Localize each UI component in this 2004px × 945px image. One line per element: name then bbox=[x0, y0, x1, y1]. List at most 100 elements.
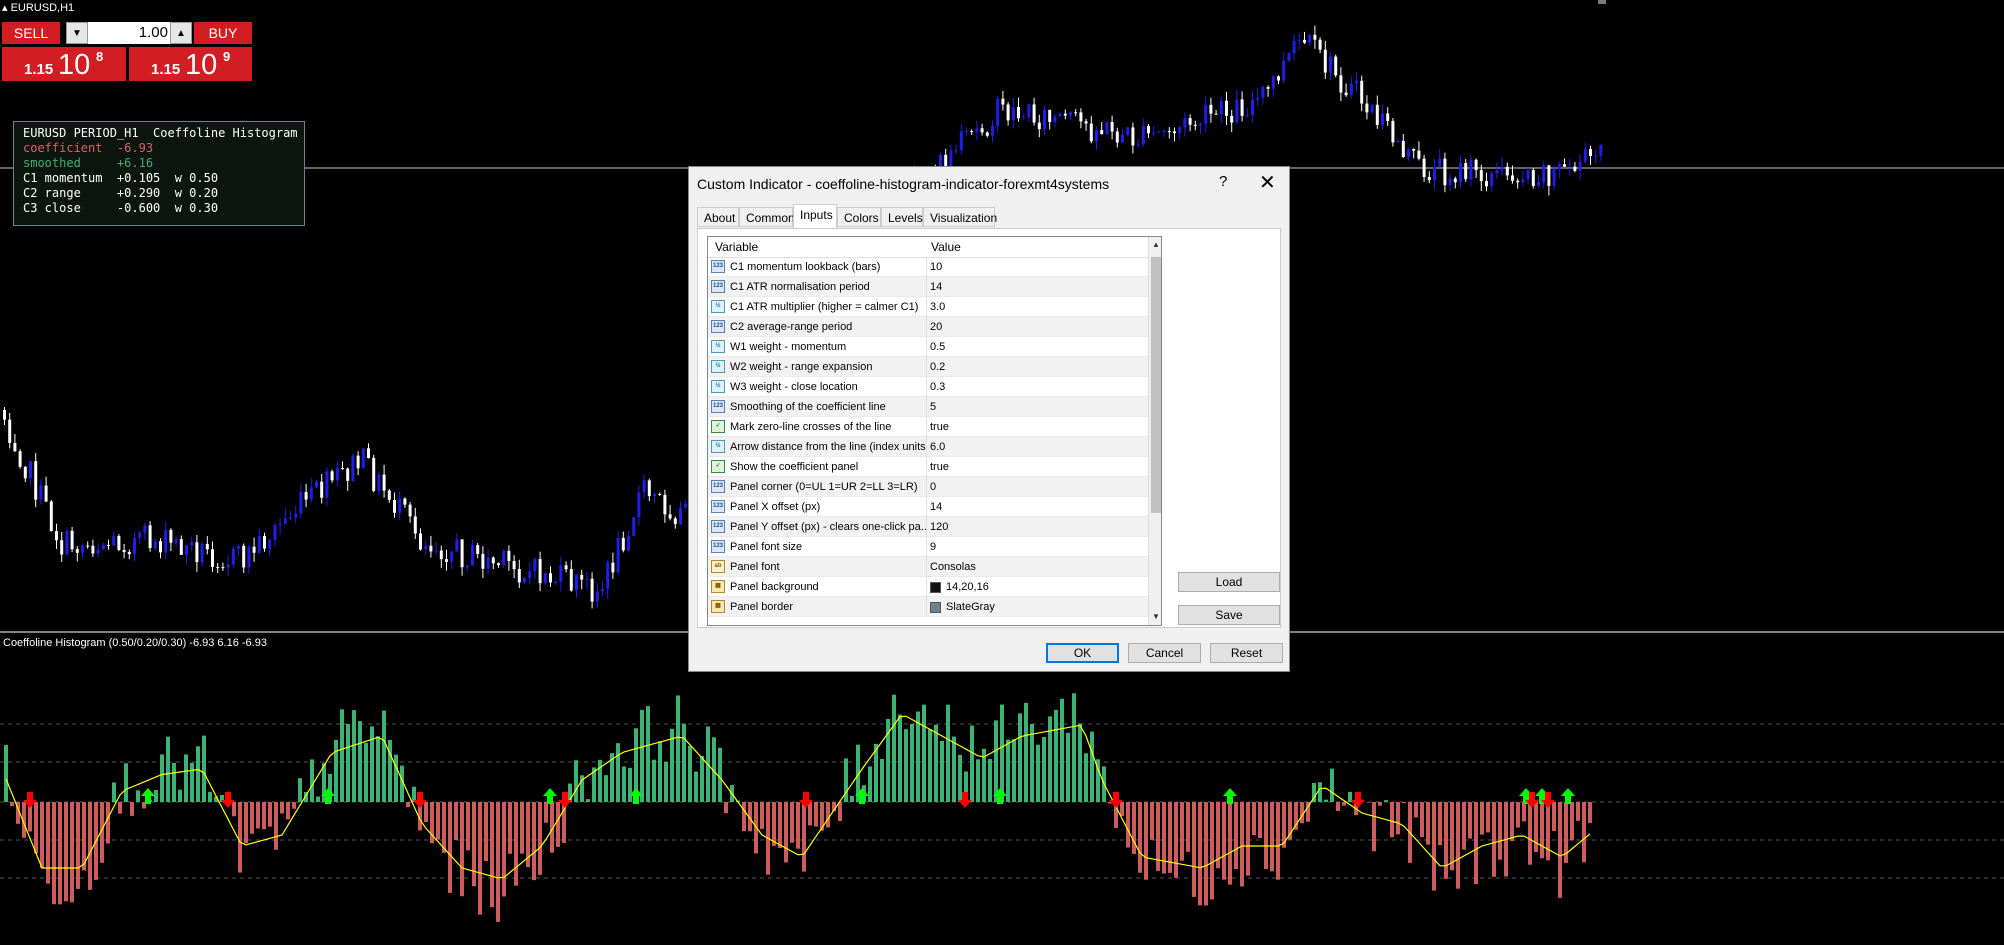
tab-inputs[interactable]: Inputs bbox=[793, 204, 837, 228]
candle-body bbox=[1225, 100, 1228, 116]
column-divider bbox=[926, 277, 927, 297]
input-value[interactable]: Consolas bbox=[930, 561, 976, 573]
input-variable: Panel Y offset (px) - clears one-click p… bbox=[730, 521, 926, 533]
cancel-button[interactable]: Cancel bbox=[1128, 643, 1201, 663]
input-value[interactable]: SlateGray bbox=[946, 601, 995, 613]
indicator-subwindow[interactable] bbox=[0, 634, 2004, 945]
input-value[interactable]: 14,20,16 bbox=[946, 581, 989, 593]
input-value[interactable]: true bbox=[930, 461, 949, 473]
input-value[interactable]: 0 bbox=[930, 481, 936, 493]
candle-body bbox=[133, 537, 136, 555]
input-value[interactable]: 9 bbox=[930, 541, 936, 553]
input-value[interactable]: 20 bbox=[930, 321, 942, 333]
candle-body bbox=[1323, 49, 1327, 73]
histogram-bar-negative bbox=[802, 802, 806, 872]
input-row[interactable]: ½ Arrow distance from the line (index uni… bbox=[708, 437, 1148, 457]
candle-body bbox=[1240, 99, 1244, 116]
collapse-triangle-icon[interactable]: ▴ bbox=[2, 2, 11, 14]
candle-body bbox=[335, 467, 339, 481]
input-row[interactable]: ½ C1 ATR multiplier (higher = calmer C1) 3… bbox=[708, 297, 1148, 317]
save-button[interactable]: Save bbox=[1178, 605, 1280, 625]
histogram-bar-positive bbox=[196, 746, 200, 802]
candle-body bbox=[1095, 130, 1098, 142]
col-value-header[interactable]: Value bbox=[931, 240, 961, 254]
ok-button[interactable]: OK bbox=[1046, 643, 1119, 663]
lot-decrease-icon[interactable]: ▼ bbox=[66, 22, 88, 44]
input-value[interactable]: 6.0 bbox=[930, 441, 945, 453]
candle-body bbox=[81, 545, 84, 553]
grid-header: Variable Value bbox=[708, 237, 1148, 258]
input-row[interactable]: ✓ Mark zero-line crosses of the line true bbox=[708, 417, 1148, 437]
input-row[interactable]: ½ W2 weight - range expansion 0.2 bbox=[708, 357, 1148, 377]
bool-type-icon: ✓ bbox=[711, 420, 725, 433]
scroll-thumb[interactable] bbox=[1151, 257, 1161, 513]
sell-button[interactable]: SELL bbox=[2, 22, 60, 44]
input-row[interactable]: 123 Panel Y offset (px) - clears one-clic… bbox=[708, 517, 1148, 537]
input-row[interactable]: ½ W1 weight - momentum 0.5 bbox=[708, 337, 1148, 357]
input-row[interactable]: ✓ Show the coefficient panel true bbox=[708, 457, 1148, 477]
candle-body bbox=[195, 542, 199, 563]
input-row[interactable]: 123 Panel X offset (px) 14 bbox=[708, 497, 1148, 517]
histogram-bar-negative bbox=[826, 802, 830, 828]
candle-body bbox=[70, 530, 74, 550]
int-type-icon: 123 bbox=[711, 400, 725, 413]
input-row[interactable]: 123 C2 average-range period 20 bbox=[708, 317, 1148, 337]
input-value[interactable]: 5 bbox=[930, 401, 936, 413]
candle-body bbox=[1251, 99, 1254, 116]
sell-price[interactable]: 1.15 10 8 bbox=[2, 47, 126, 81]
buy-button[interactable]: BUY bbox=[194, 22, 252, 44]
input-value[interactable]: true bbox=[930, 421, 949, 433]
load-button[interactable]: Load bbox=[1178, 572, 1280, 592]
input-row[interactable]: 123 Smoothing of the coefficient line 5 bbox=[708, 397, 1148, 417]
input-value[interactable]: 10 bbox=[930, 261, 942, 273]
help-icon[interactable]: ? bbox=[1219, 173, 1227, 190]
tab-levels[interactable]: Levels bbox=[881, 207, 923, 227]
reset-button[interactable]: Reset bbox=[1210, 643, 1283, 663]
close-icon[interactable]: ✕ bbox=[1259, 170, 1276, 195]
input-row[interactable]: ½ W3 weight - close location 0.3 bbox=[708, 377, 1148, 397]
input-value[interactable]: 14 bbox=[930, 501, 942, 513]
histogram-bar-positive bbox=[316, 796, 320, 802]
scroll-up-icon[interactable]: ▲ bbox=[1149, 237, 1161, 253]
candle-body bbox=[658, 493, 662, 495]
candle-body bbox=[226, 564, 230, 568]
candle-body bbox=[975, 128, 979, 132]
input-row[interactable]: 123 Panel font size 9 bbox=[708, 537, 1148, 557]
candle-body bbox=[445, 559, 448, 563]
col-type-icon: ▦ bbox=[711, 580, 725, 593]
histogram-bar-negative bbox=[1222, 802, 1226, 880]
input-row[interactable]: ▦ Panel border SlateGray bbox=[708, 597, 1148, 617]
histogram-bar-negative bbox=[544, 802, 548, 823]
input-value[interactable]: 0.3 bbox=[930, 381, 945, 393]
input-row[interactable]: ▦ Panel background 14,20,16 bbox=[708, 577, 1148, 597]
buy-price[interactable]: 1.15 10 9 bbox=[129, 47, 252, 81]
scroll-down-icon[interactable]: ▼ bbox=[1149, 609, 1161, 625]
col-variable-header[interactable]: Variable bbox=[715, 240, 758, 254]
histogram-bar-positive bbox=[364, 742, 368, 802]
grid-scrollbar[interactable]: ▲ ▼ bbox=[1148, 237, 1161, 625]
color-swatch bbox=[930, 602, 941, 613]
input-value[interactable]: 3.0 bbox=[930, 301, 945, 313]
lot-size-field[interactable]: ▼ 1.00 ▲ bbox=[66, 22, 192, 44]
input-row[interactable]: 123 Panel corner (0=UL 1=UR 2=LL 3=LR) 0 bbox=[708, 477, 1148, 497]
input-variable: C1 ATR normalisation period bbox=[730, 281, 870, 293]
candle-body bbox=[283, 518, 287, 524]
input-value[interactable]: 0.5 bbox=[930, 341, 945, 353]
input-value[interactable]: 0.2 bbox=[930, 361, 945, 373]
candle-body bbox=[174, 539, 178, 543]
column-divider bbox=[926, 417, 927, 437]
input-value[interactable]: 14 bbox=[930, 281, 942, 293]
input-variable: Smoothing of the coefficient line bbox=[730, 401, 886, 413]
tab-common[interactable]: Common bbox=[739, 207, 795, 227]
input-value[interactable]: 120 bbox=[930, 521, 948, 533]
input-row[interactable]: 123 C1 ATR normalisation period 14 bbox=[708, 277, 1148, 297]
chart-shift-marker[interactable] bbox=[1598, 0, 1606, 4]
input-row[interactable]: ab Panel font Consolas bbox=[708, 557, 1148, 577]
histogram-bar-negative bbox=[238, 802, 242, 873]
lot-increase-icon[interactable]: ▲ bbox=[170, 22, 192, 44]
tab-about[interactable]: About bbox=[697, 207, 739, 227]
histogram-bar-negative bbox=[1570, 802, 1574, 841]
tab-colors[interactable]: Colors bbox=[837, 207, 881, 227]
tab-visualization[interactable]: Visualization bbox=[923, 207, 997, 227]
input-row[interactable]: 123 C1 momentum lookback (bars) 10 bbox=[708, 257, 1148, 277]
